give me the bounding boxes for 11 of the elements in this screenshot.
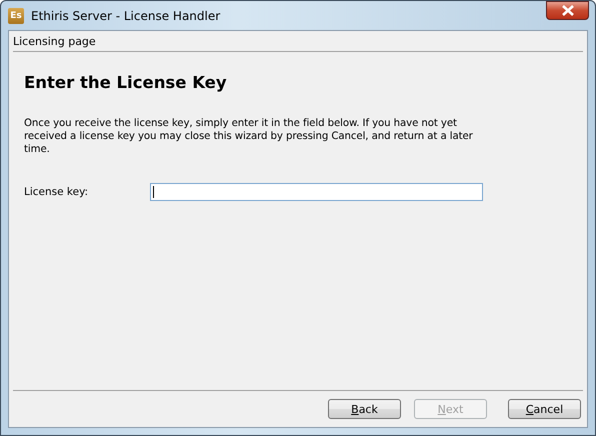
- window-title: Ethiris Server - License Handler: [31, 8, 220, 22]
- close-button[interactable]: [546, 1, 589, 20]
- wizard-button[interactable]: Cancel: [508, 399, 581, 419]
- page-header: Licensing page: [13, 35, 96, 48]
- close-icon: [560, 5, 574, 16]
- wizard-button[interactable]: Back: [328, 399, 401, 419]
- page-heading: Enter the License Key: [24, 73, 228, 92]
- description-text: Once you receive the license key, simply enter it in the field below. If you have not yet received a license key you may close this wizard by pressing Cancel, and return at a later time.: [24, 117, 474, 156]
- license-key-label: License key:: [24, 186, 90, 198]
- app-logo-icon: Es: [8, 8, 24, 24]
- license-key-field[interactable]: [150, 183, 483, 201]
